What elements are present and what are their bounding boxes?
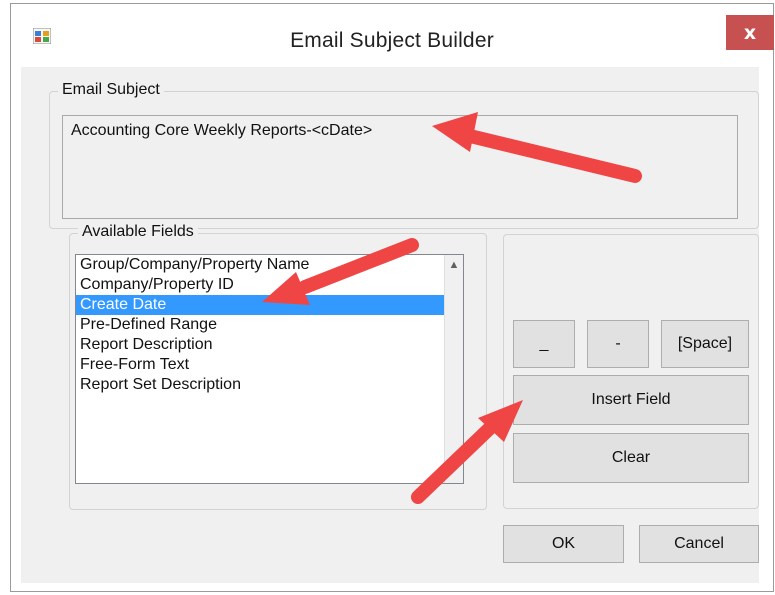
scroll-up-icon[interactable]: ▲ <box>445 255 463 275</box>
dialog-window: Email Subject Builder x Email Subject Ac… <box>10 3 774 592</box>
title-bar[interactable]: Email Subject Builder x <box>11 4 774 72</box>
list-item[interactable]: Company/Property ID <box>76 275 463 295</box>
window-title: Email Subject Builder <box>290 29 494 52</box>
email-subject-group: Email Subject Accounting Core Weekly Rep… <box>49 81 759 229</box>
available-fields-list[interactable]: Group/Company/Property Name Company/Prope… <box>75 254 464 484</box>
dialog-client-area: Email Subject Accounting Core Weekly Rep… <box>21 67 759 583</box>
ok-button[interactable]: OK <box>503 525 624 563</box>
hyphen-button[interactable]: - <box>587 320 649 368</box>
list-item[interactable]: Group/Company/Property Name <box>76 255 463 275</box>
list-item[interactable]: Report Description <box>76 335 463 355</box>
underscore-button[interactable]: _ <box>513 320 575 368</box>
list-scrollbar[interactable]: ▲ <box>444 255 463 483</box>
close-button[interactable]: x <box>726 15 774 50</box>
list-item[interactable]: Free-Form Text <box>76 355 463 375</box>
email-subject-label: Email Subject <box>58 81 164 99</box>
list-item[interactable]: Report Set Description <box>76 375 463 395</box>
list-item[interactable]: Create Date <box>76 295 463 315</box>
close-icon: x <box>743 21 757 44</box>
clear-button[interactable]: Clear <box>513 433 749 483</box>
available-fields-label: Available Fields <box>78 223 198 241</box>
email-subject-field[interactable]: Accounting Core Weekly Reports-<cDate> <box>62 115 738 219</box>
cancel-button[interactable]: Cancel <box>639 525 759 563</box>
list-item[interactable]: Pre-Defined Range <box>76 315 463 335</box>
insert-field-button[interactable]: Insert Field <box>513 375 749 425</box>
available-fields-group: Available Fields Group/Company/Property … <box>69 223 487 510</box>
space-button[interactable]: [Space] <box>661 320 749 368</box>
